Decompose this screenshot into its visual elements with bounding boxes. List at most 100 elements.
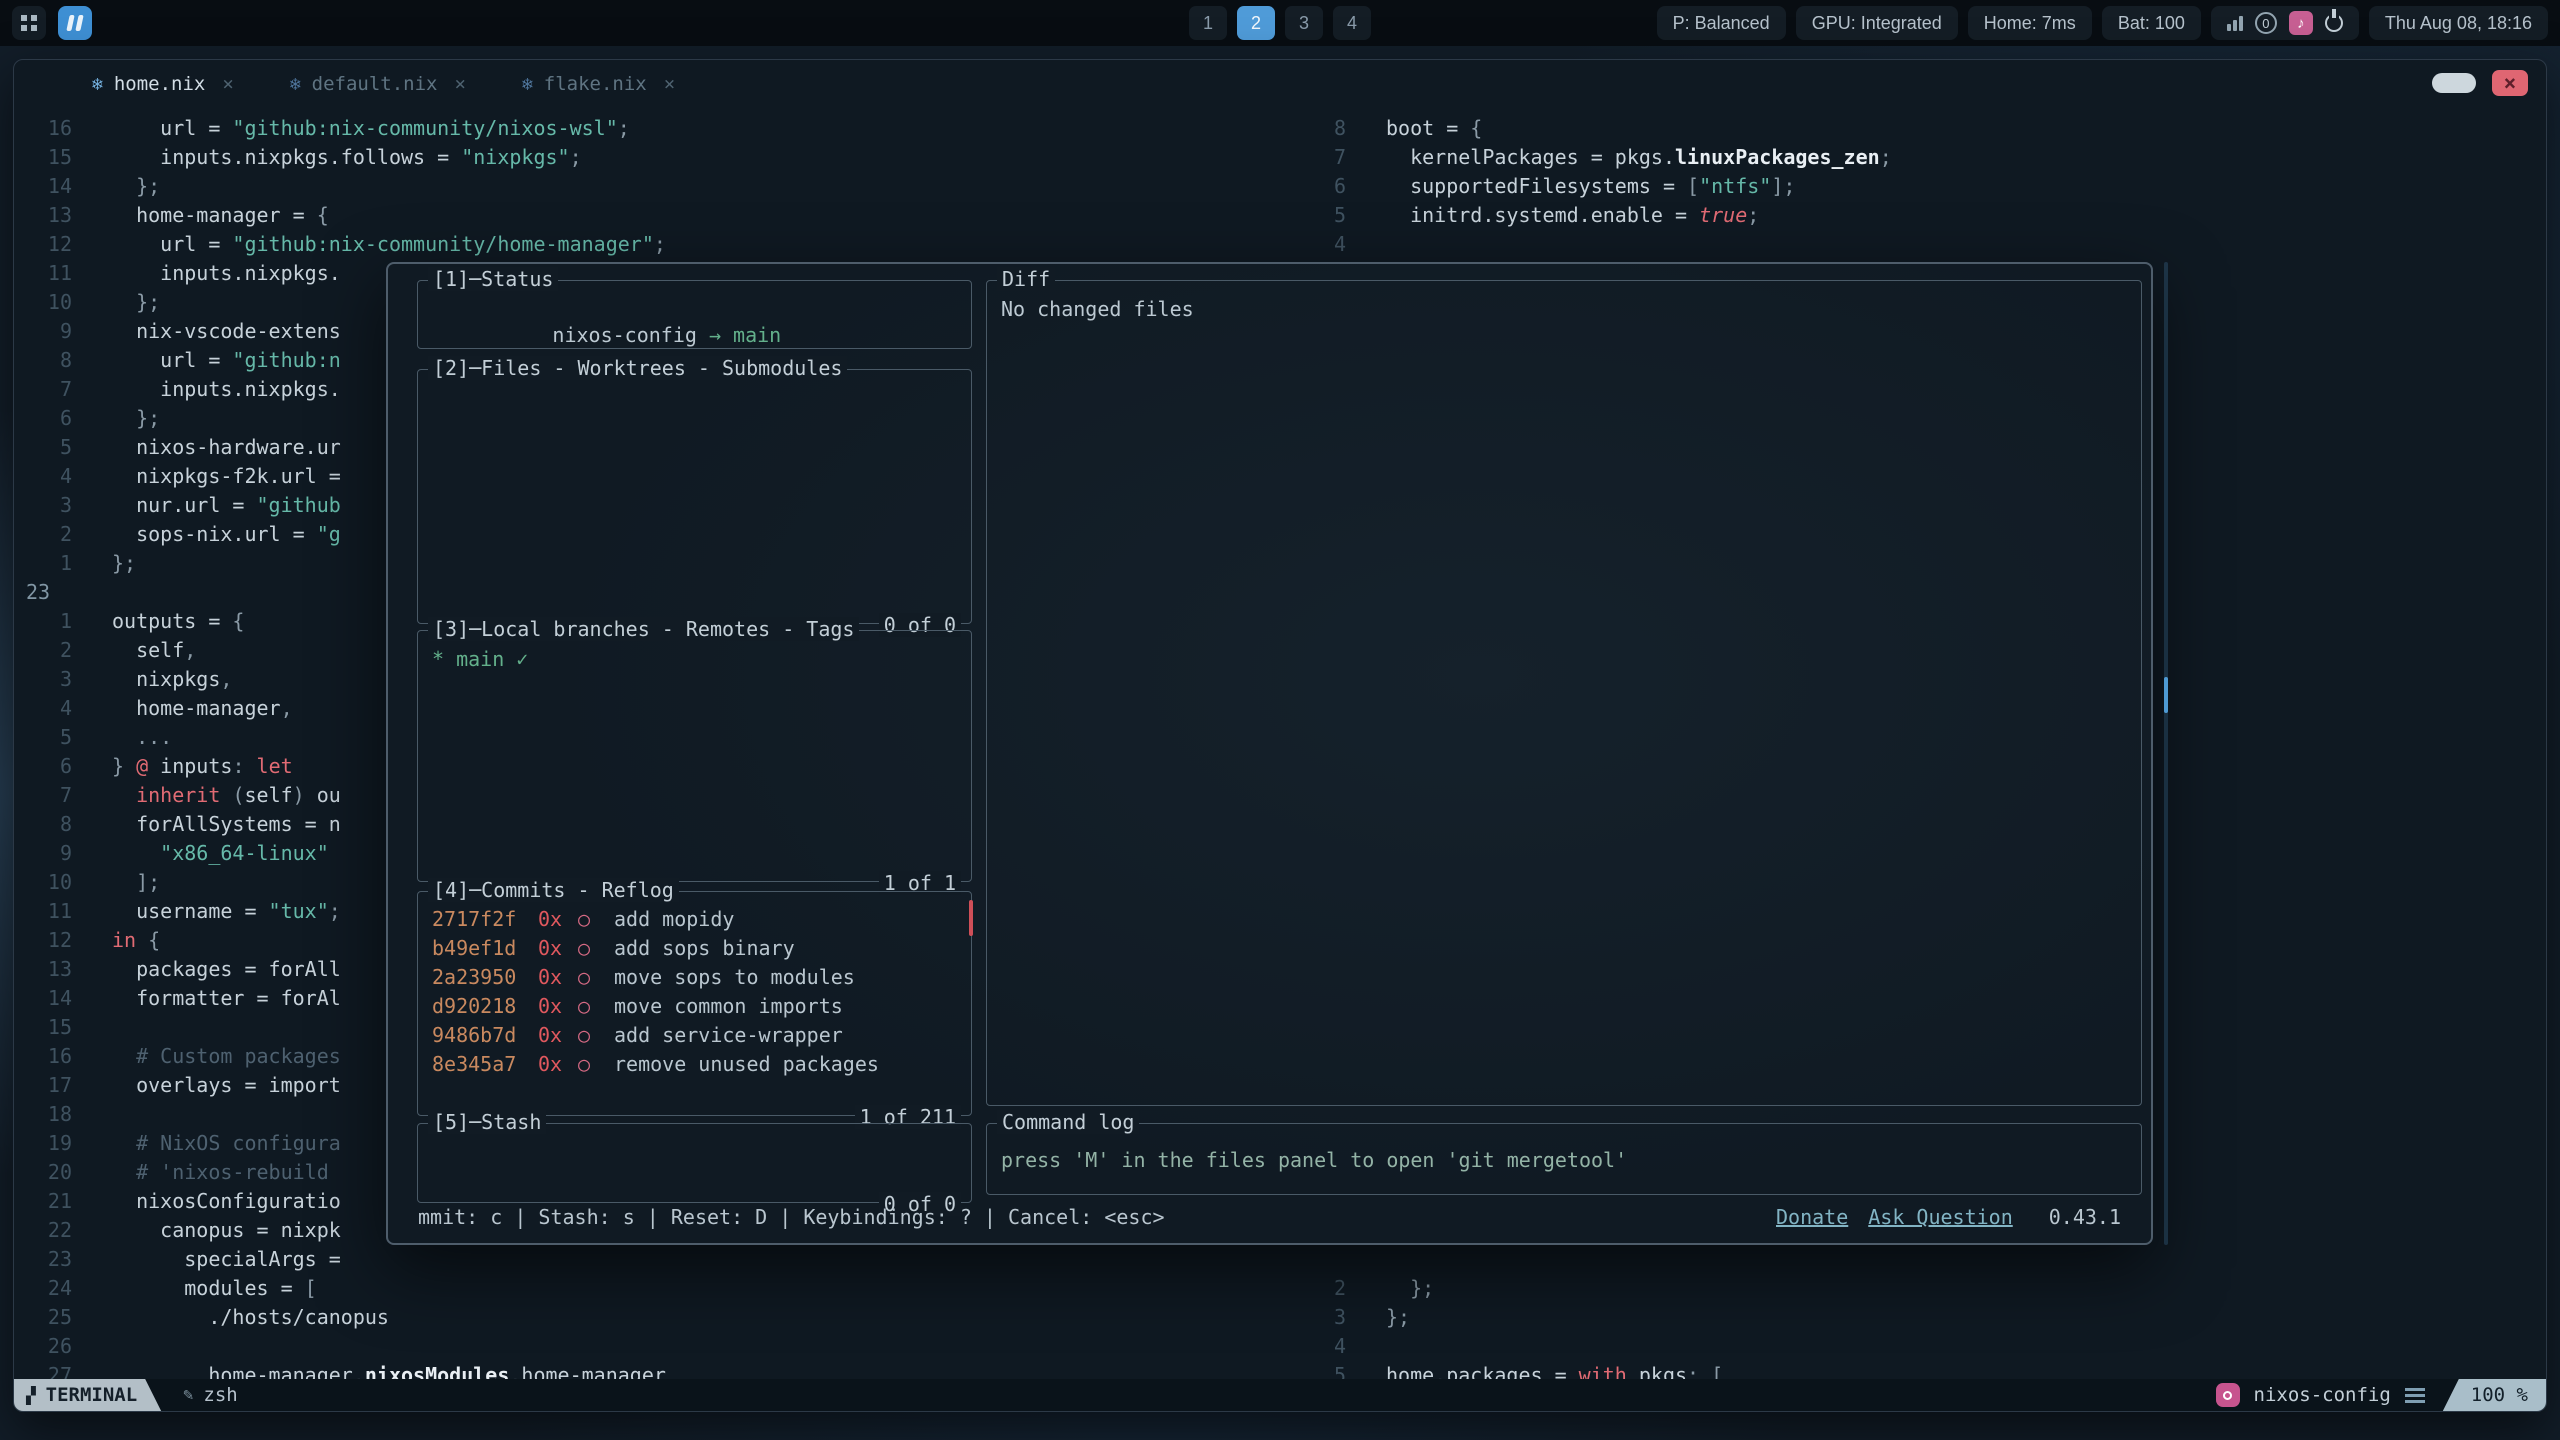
code-line[interactable]: 8boot = { xyxy=(1304,114,2546,143)
shell-icon: ✎ xyxy=(183,1385,193,1405)
code-token: }; xyxy=(136,174,160,198)
code-line[interactable]: 5home.packages = with pkgs; [ xyxy=(1304,1361,2546,1379)
commit-row[interactable]: 2a239500x○move sops to modules xyxy=(432,962,957,991)
code-line[interactable]: 13 home-manager = { xyxy=(14,201,1324,230)
code-line[interactable]: 27 home-manager.nixosModules.home-manage… xyxy=(14,1361,1324,1379)
scrollbar-thumb[interactable] xyxy=(2164,677,2168,713)
commit-node-icon: ○ xyxy=(578,994,614,1018)
code-line[interactable]: 4 xyxy=(1304,230,2546,259)
code-line[interactable]: 16 url = "github:nix-community/nixos-wsl… xyxy=(14,114,1324,143)
panel-title: [2]─Files - Worktrees - Submodules xyxy=(428,356,847,380)
code-line[interactable]: 6 supportedFilesystems = ["ntfs"]; xyxy=(1304,172,2546,201)
commit-node-icon: ○ xyxy=(578,1052,614,1076)
code-line[interactable]: 23 specialArgs = xyxy=(14,1245,1324,1274)
code-line[interactable]: 3}; xyxy=(1304,1303,2546,1332)
lazygit-status-panel[interactable]: [1]─Status nixos-config → main xyxy=(417,280,972,349)
code-token: inputs.nixpkgs. xyxy=(112,377,341,401)
code-token: sops-nix.url = xyxy=(112,522,317,546)
apps-grid-icon xyxy=(21,15,37,31)
status-segment[interactable]: Bat: 100 xyxy=(2102,6,2201,40)
code-token xyxy=(1386,1276,1410,1300)
logo-badge[interactable] xyxy=(58,6,92,40)
branch-row[interactable]: * main ✓ xyxy=(432,647,957,676)
commits-scrollbar[interactable] xyxy=(969,900,973,936)
window-toggle-pill[interactable] xyxy=(2432,73,2476,93)
lazygit-diff-panel[interactable]: Diff No changed files xyxy=(986,280,2142,1106)
scrollbar[interactable] xyxy=(2164,262,2168,1245)
code-line[interactable]: 2 }; xyxy=(1304,1274,2546,1303)
code-text xyxy=(1360,1245,1386,1274)
code-text: formatter = forAl xyxy=(86,984,341,1013)
commit-row[interactable]: 2717f2f0x○add mopidy xyxy=(432,904,957,933)
code-token: , xyxy=(184,638,196,662)
code-line[interactable]: 15 inputs.nixpkgs.follows = "nixpkgs"; xyxy=(14,143,1324,172)
lazygit-stash-panel[interactable]: [5]─Stash 0 of 0 xyxy=(417,1123,972,1203)
code-line[interactable]: 5 initrd.systemd.enable = true; xyxy=(1304,201,2546,230)
lazygit-command-log-panel[interactable]: Command log press 'M' in the files panel… xyxy=(986,1123,2142,1195)
commit-row[interactable]: b49ef1d0x○add sops binary xyxy=(432,933,957,962)
code-token: url = xyxy=(112,116,232,140)
code-text: overlays = import xyxy=(86,1071,341,1100)
tab-close-icon[interactable]: × xyxy=(455,73,466,95)
line-number: 21 xyxy=(14,1187,86,1216)
status-segment[interactable]: P: Balanced xyxy=(1657,6,1786,40)
workspace-button-2[interactable]: 2 xyxy=(1237,6,1275,40)
code-token: inputs.nixpkgs. xyxy=(112,261,341,285)
code-line[interactable] xyxy=(1304,1245,2546,1274)
commit-row[interactable]: 8e345a70x○remove unused packages xyxy=(432,1049,957,1078)
code-token: ( xyxy=(232,783,244,807)
workspace-button-3[interactable]: 3 xyxy=(1285,6,1323,40)
footer-link-ask-question[interactable]: Ask Question xyxy=(1868,1205,2013,1229)
commit-message: move common imports xyxy=(614,994,843,1018)
line-number: 8 xyxy=(14,346,86,375)
window-close-button[interactable]: × xyxy=(2492,70,2528,96)
status-segment[interactable]: GPU: Integrated xyxy=(1796,6,1958,40)
code-text: inputs.nixpkgs.follows = "nixpkgs"; xyxy=(86,143,582,172)
code-line[interactable]: 25 ./hosts/canopus xyxy=(14,1303,1324,1332)
lazygit-files-panel[interactable]: [2]─Files - Worktrees - Submodules 0 of … xyxy=(417,369,972,624)
tab-close-icon[interactable]: × xyxy=(222,73,233,95)
code-line[interactable]: 24 modules = [ xyxy=(14,1274,1324,1303)
apps-menu-button[interactable] xyxy=(12,6,46,40)
workspace-button-1[interactable]: 1 xyxy=(1189,6,1227,40)
code-line[interactable]: 4 xyxy=(1304,1332,2546,1361)
panel-title: [4]─Commits - Reflog xyxy=(428,878,679,902)
nix-icon: ❄ xyxy=(522,74,533,95)
commit-row[interactable]: 9486b7d0x○add service-wrapper xyxy=(432,1020,957,1049)
code-line[interactable]: 12 url = "github:nix-community/home-mana… xyxy=(14,230,1324,259)
code-token xyxy=(112,406,136,430)
code-token: .home-manager xyxy=(509,1363,666,1379)
status-segment[interactable]: Home: 7ms xyxy=(1968,6,2092,40)
tab-default.nix[interactable]: ❄default.nix× xyxy=(290,73,466,95)
code-text xyxy=(86,1013,112,1042)
workspace-button-4[interactable]: 4 xyxy=(1333,6,1371,40)
code-text: } @ inputs: let xyxy=(86,752,293,781)
footer-link-donate[interactable]: Donate xyxy=(1776,1205,1848,1229)
commit-row[interactable]: d9202180x○move common imports xyxy=(432,991,957,1020)
code-token: let xyxy=(244,754,292,778)
network-icon xyxy=(2227,15,2243,31)
line-number: 2 xyxy=(1304,1274,1360,1303)
code-token: outputs = xyxy=(112,609,232,633)
clock[interactable]: Thu Aug 08, 18:16 xyxy=(2369,6,2548,40)
line-number: 18 xyxy=(14,1100,86,1129)
tab-home.nix[interactable]: ❄home.nix× xyxy=(92,73,234,95)
session-name: nixos-config xyxy=(2254,1384,2391,1406)
media-icon[interactable]: ♪ xyxy=(2289,11,2313,35)
tab-flake.nix[interactable]: ❄flake.nix× xyxy=(522,73,675,95)
power-icon[interactable] xyxy=(2325,14,2343,32)
code-text: # 'nixos-rebuild xyxy=(86,1158,329,1187)
line-number: 8 xyxy=(1304,114,1360,143)
tab-close-icon[interactable]: × xyxy=(664,73,675,95)
code-line[interactable]: 26 xyxy=(14,1332,1324,1361)
code-token: home-manager. xyxy=(112,1363,365,1379)
line-number: 20 xyxy=(14,1158,86,1187)
commit-node-icon: ○ xyxy=(578,965,614,989)
lazygit-branches-panel[interactable]: [3]─Local branches - Remotes - Tags * ma… xyxy=(417,630,972,882)
code-text: }; xyxy=(86,404,160,433)
system-tray[interactable]: 0 ♪ xyxy=(2211,6,2359,40)
lazygit-commits-panel[interactable]: [4]─Commits - Reflog 2717f2f0x○add mopid… xyxy=(417,891,972,1116)
code-line[interactable]: 7 kernelPackages = pkgs.linuxPackages_ze… xyxy=(1304,143,2546,172)
code-token: ]; xyxy=(136,870,160,894)
code-line[interactable]: 14 }; xyxy=(14,172,1324,201)
